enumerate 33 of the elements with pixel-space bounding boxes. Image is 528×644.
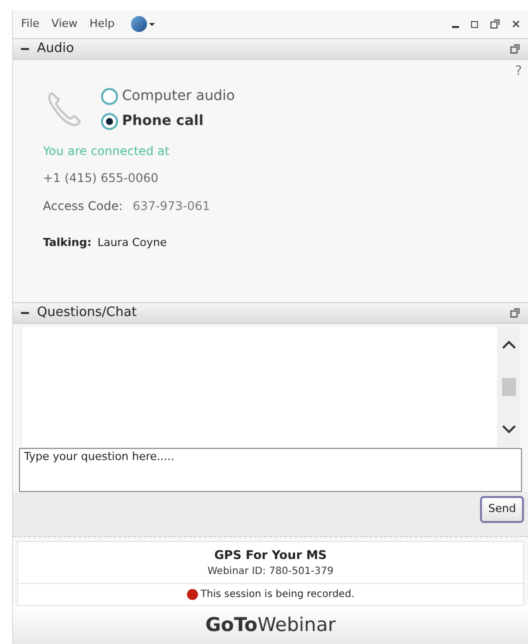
talking-name: Laura Coyne — [97, 235, 167, 251]
radio-option[interactable]: Computer audio — [101, 86, 235, 107]
recording-notice: This session is being recorded. — [200, 588, 354, 602]
radio-option[interactable]: Phone call — [101, 111, 235, 132]
recording-icon — [186, 588, 198, 600]
scroll-down-icon[interactable] — [502, 424, 516, 434]
panel-header[interactable]: Audio — [13, 38, 528, 60]
globe-menu-icon[interactable] — [130, 16, 155, 32]
menu-item[interactable]: Help — [90, 16, 115, 32]
webinar-id: Webinar ID: 780-501-379 — [207, 564, 334, 578]
pop-out-icon[interactable] — [490, 19, 500, 29]
close-icon[interactable] — [512, 20, 520, 28]
phone-number: +1 (415) 655-0060 — [43, 170, 160, 187]
pop-out-icon[interactable] — [510, 308, 520, 318]
scroll-up-icon[interactable] — [502, 340, 516, 350]
menu-item[interactable]: File — [21, 16, 40, 32]
menu-item[interactable]: View — [51, 16, 78, 32]
scrollbar[interactable] — [498, 326, 520, 448]
panel-title: Audio — [37, 40, 74, 58]
send-button[interactable]: Send — [480, 496, 524, 522]
scroll-thumb[interactable] — [502, 378, 516, 396]
access-code-label: Access Code: — [43, 198, 123, 215]
access-code: 637-973-061 — [132, 198, 210, 215]
panel-title: Questions/Chat — [37, 304, 137, 322]
pop-out-icon[interactable] — [510, 44, 520, 54]
question-input[interactable]: Type your question here..... — [19, 448, 522, 492]
session-title: GPS For Your MS — [214, 546, 327, 564]
help-icon[interactable]: ? — [515, 62, 522, 82]
talking-label: Talking: — [43, 235, 92, 251]
maximize-icon[interactable] — [471, 20, 478, 28]
connection-status: You are connected at — [43, 143, 170, 160]
panel-header[interactable]: Questions/Chat — [13, 302, 528, 324]
brand-logo: GoToWebinar — [205, 612, 336, 638]
